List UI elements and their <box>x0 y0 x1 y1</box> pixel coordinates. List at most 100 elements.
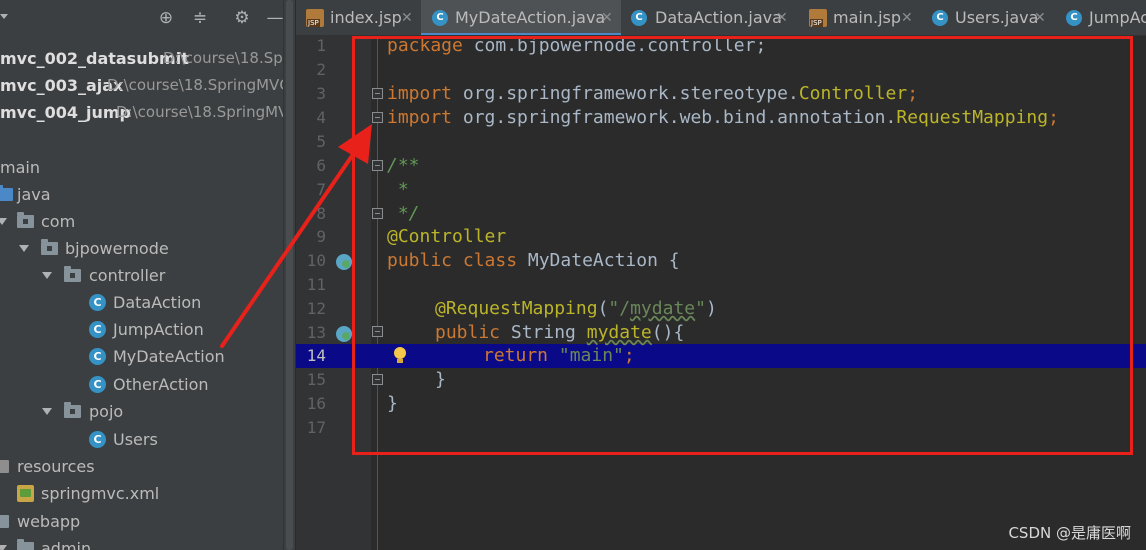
tree-module-mvc-004[interactable]: mvc_004_jump D:\course\18.SpringMVC <box>0 99 283 126</box>
tree-item-label: webapp <box>17 512 81 531</box>
tree-module-mvc-002[interactable]: mvc_002_datasubmit D:\course\18.Sprin <box>0 45 283 72</box>
fold-marker-icon[interactable] <box>372 160 383 171</box>
code-text: org.springframework.stereotype. <box>452 83 799 104</box>
tree-item-jumpaction[interactable]: C JumpAction <box>0 316 283 343</box>
expand-arrow-icon[interactable] <box>0 545 7 550</box>
code-line-7: * <box>387 179 409 200</box>
module-label: mvc_004_jump <box>0 103 131 122</box>
tree-item-mydateaction[interactable]: C MyDateAction <box>0 343 283 370</box>
tab-users-java[interactable]: C Users.java ✕ <box>921 0 1056 35</box>
tree-item-label: pojo <box>89 402 124 421</box>
fold-marker-icon[interactable] <box>372 208 383 219</box>
tab-mydateaction-java[interactable]: C MyDateAction.java ✕ <box>421 0 621 35</box>
tab-label: MyDateAction.java <box>455 8 606 27</box>
tree-item-users[interactable]: C Users <box>0 426 283 453</box>
gear-icon[interactable]: ⚙ <box>230 6 254 30</box>
code-punct: ) <box>705 298 717 319</box>
expand-arrow-icon[interactable] <box>42 408 52 415</box>
current-line-number: 14 <box>306 346 326 365</box>
scrollbar-thumb[interactable] <box>286 0 293 550</box>
tree-item-main[interactable]: main <box>0 154 283 181</box>
keyword: public class <box>387 250 518 271</box>
folder-icon <box>17 539 34 550</box>
close-icon[interactable]: ✕ <box>1034 0 1046 35</box>
fold-marker-icon[interactable] <box>372 374 383 385</box>
annotation: @RequestMapping <box>435 298 598 319</box>
code-text: org.springframework.web.bind.annotation. <box>452 107 897 128</box>
tree-item-bjpowernode[interactable]: bjpowernode <box>0 235 283 262</box>
close-icon[interactable]: ✕ <box>601 0 613 35</box>
spring-bean-icon[interactable] <box>336 254 352 270</box>
expand-arrow-icon[interactable] <box>19 245 29 252</box>
string-literal: "main" <box>548 345 624 366</box>
fold-marker-icon[interactable] <box>372 88 383 99</box>
project-panel: ⊕ ≑ ⚙ — mvc_002_datasubmit D:\course\18.… <box>0 0 283 550</box>
tab-jumpaction-java[interactable]: C JumpActio <box>1056 0 1146 35</box>
module-path: D:\course\18.Sprin <box>163 49 283 67</box>
project-panel-scrollbar[interactable] <box>283 0 295 550</box>
expand-arrow-icon[interactable] <box>42 272 52 279</box>
tree-item-otheraction[interactable]: C OtherAction <box>0 371 283 398</box>
tree-item-admin[interactable]: admin <box>0 535 283 550</box>
tree-item-java[interactable]: java <box>0 181 283 208</box>
jsp-file-icon <box>306 9 324 27</box>
tab-label: DataAction.java <box>655 8 782 27</box>
tree-item-label: bjpowernode <box>65 239 169 258</box>
line-number: 2 <box>316 60 326 79</box>
java-class-icon: C <box>89 321 106 338</box>
package-icon <box>17 212 34 228</box>
tab-dataaction-java[interactable]: C DataAction.java ✕ <box>621 0 796 35</box>
jsp-file-icon <box>809 9 827 27</box>
string-literal: mydate <box>630 298 696 319</box>
lightbulb-icon[interactable] <box>393 347 407 365</box>
tree-item-dataaction[interactable]: C DataAction <box>0 289 283 316</box>
line-number: 7 <box>316 180 326 199</box>
line-number: 10 <box>306 251 326 270</box>
source-folder-icon <box>0 185 13 201</box>
tree-module-mvc-003[interactable]: mvc_003_ajax D:\course\18.SpringMVC\ <box>0 72 283 99</box>
locate-target-icon[interactable]: ⊕ <box>154 6 178 30</box>
tree-item-label: controller <box>89 266 166 285</box>
tree-item-resources[interactable]: resources <box>0 453 283 480</box>
tab-index-jsp[interactable]: index.jsp ✕ <box>296 0 421 35</box>
tab-label: Users.java <box>955 8 1039 27</box>
java-class-icon: C <box>932 10 948 26</box>
code-class-ref: Controller <box>798 83 908 104</box>
tree-item-springmvc-xml[interactable]: springmvc.xml <box>0 480 283 507</box>
java-class-icon: C <box>432 10 448 26</box>
line-number: 9 <box>316 227 326 246</box>
module-path: D:\course\18.SpringMVC <box>116 103 283 121</box>
code-class-ref: RequestMapping <box>896 107 1049 128</box>
collapse-all-icon[interactable]: ≑ <box>188 6 212 30</box>
line-number: 13 <box>306 323 326 342</box>
tree-item-label: MyDateAction <box>113 347 225 366</box>
close-icon[interactable]: ✕ <box>776 0 788 35</box>
keyword: import <box>387 107 453 128</box>
line-number: 8 <box>316 204 326 223</box>
tab-main-jsp[interactable]: main.jsp ✕ <box>796 0 921 35</box>
tab-label: JumpActio <box>1089 8 1146 27</box>
package-icon <box>64 402 81 418</box>
tree-item-pojo[interactable]: pojo <box>0 398 283 425</box>
dropdown-caret-icon[interactable] <box>0 14 8 19</box>
tree-item-webapp[interactable]: webapp <box>0 508 283 535</box>
line-number: 6 <box>316 156 326 175</box>
fold-marker-icon[interactable] <box>372 326 383 337</box>
code-line-12: @RequestMapping("/mydate") <box>435 297 717 321</box>
code-punct: ; <box>623 345 635 366</box>
minimize-icon[interactable]: — <box>263 6 284 30</box>
fold-marker-icon[interactable] <box>372 112 383 123</box>
expand-arrow-icon[interactable] <box>0 218 7 225</box>
close-icon[interactable]: ✕ <box>401 0 413 35</box>
line-number: 1 <box>316 36 326 55</box>
tree-item-label: admin <box>41 539 92 550</box>
tree-item-com[interactable]: com <box>0 208 283 235</box>
line-number: 4 <box>316 108 326 127</box>
tree-item-controller[interactable]: controller <box>0 262 283 289</box>
code-line-1: package com.bjpowernode.controller; <box>387 34 766 58</box>
java-class-icon: C <box>1066 10 1082 26</box>
spring-mapping-icon[interactable] <box>336 326 352 342</box>
tree-item-label: resources <box>17 457 95 476</box>
xml-file-icon <box>17 485 34 502</box>
close-icon[interactable]: ✕ <box>901 0 913 35</box>
